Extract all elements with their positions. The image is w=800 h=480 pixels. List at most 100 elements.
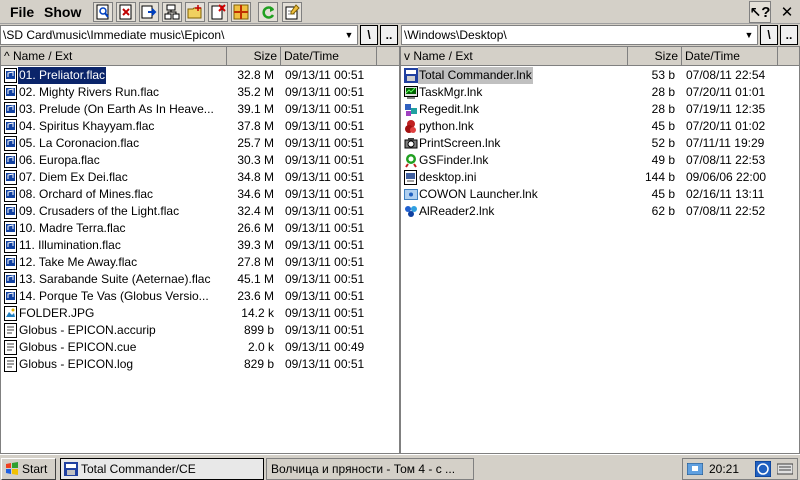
task-book-reader[interactable]: Волчица и пряности - Том 4 - с ... (266, 458, 474, 480)
list-item[interactable]: python.lnk 45 b 07/20/11 01:02 (401, 118, 799, 135)
list-item[interactable]: 01. Preliator.flac 32.8 M 09/13/11 00:51 (1, 66, 399, 85)
input-method-icon[interactable] (755, 461, 771, 477)
file-name: TaskMgr.lnk (419, 85, 483, 99)
list-item[interactable]: 04. Spiritus Khayyam.flac 37.8 M 09/13/11 … (1, 118, 399, 135)
regedit-icon (405, 104, 417, 116)
list-item[interactable]: 11. Illumination.flac 39.3 M 09/13/11 00:5… (1, 237, 399, 254)
flac-file-icon (4, 119, 17, 134)
file-date: 09/13/11 00:51 (285, 255, 365, 269)
file-date: 09/13/11 00:51 (285, 289, 365, 303)
left-file-list: 01. Preliator.flac 32.8 M 09/13/11 00:51 02… (1, 66, 399, 373)
view-icon[interactable] (93, 2, 113, 22)
list-item[interactable]: 13. Sarabande Suite (Aeternae).flac 45.1 … (1, 271, 399, 288)
menu-toolbar: File Show ↖? ✕ (0, 0, 800, 24)
file-name: 09. Crusaders of the Light.flac (19, 204, 180, 218)
column-name-ext[interactable]: v Name / Ext (401, 47, 628, 66)
refresh-icon[interactable] (258, 2, 278, 22)
generic-file-icon (4, 340, 17, 355)
file-size: 32.8 M (237, 68, 274, 82)
right-path-field[interactable]: \Windows\Desktop\ (401, 25, 758, 45)
properties-icon[interactable] (282, 2, 302, 22)
list-item[interactable]: 14. Porque Te Vas (Globus Versio... 23.6 … (1, 288, 399, 305)
list-item[interactable]: TaskMgr.lnk 28 b 07/20/11 01:01 (401, 84, 799, 101)
menu-show[interactable]: Show (42, 3, 83, 21)
left-up-button[interactable]: .. (380, 25, 398, 45)
list-item[interactable]: 09. Crusaders of the Light.flac 32.4 M 09/… (1, 203, 399, 220)
list-item[interactable]: 05. La Coronacion.flac 25.7 M 09/13/11 00:… (1, 135, 399, 152)
left-root-button[interactable]: \ (360, 25, 378, 45)
flac-file-icon (4, 170, 17, 185)
tree-icon[interactable] (162, 2, 182, 22)
task-total-commander[interactable]: Total Commander/CE (60, 458, 264, 480)
chevron-down-icon[interactable]: ▼ (342, 27, 356, 43)
file-size: 144 b (644, 170, 675, 184)
windows-logo-icon (6, 462, 18, 475)
file-name: 11. Illumination.flac (19, 238, 121, 252)
close-button[interactable]: ✕ (776, 1, 798, 23)
file-date: 09/13/11 00:51 (285, 221, 365, 235)
left-column-header: ^ Name / Ext Size Date/Time (1, 47, 399, 66)
file-name: 07. Diem Ex Dei.flac (19, 170, 128, 184)
file-date: 07/08/11 22:54 (686, 68, 766, 82)
list-item[interactable]: 10. Madre Terra.flac 26.6 M 09/13/11 00:51 (1, 220, 399, 237)
list-item[interactable]: FOLDER.JPG 14.2 k 09/13/11 00:51 (1, 305, 399, 322)
start-button[interactable]: Start (1, 458, 56, 480)
right-root-button[interactable]: \ (760, 25, 778, 45)
column-name-ext[interactable]: ^ Name / Ext (1, 47, 227, 66)
file-name: 02. Mighty Rivers Run.flac (19, 85, 160, 99)
file-name: COWON Launcher.lnk (419, 187, 538, 201)
menu-file[interactable]: File (8, 3, 36, 21)
delete-icon[interactable] (208, 2, 228, 22)
alreader-icon (405, 206, 417, 217)
list-item[interactable]: 08. Orchard of Mines.flac 34.6 M 09/13/11 … (1, 186, 399, 203)
column-size[interactable]: Size (227, 47, 281, 66)
list-item[interactable]: Globus - EPICON.accurip 899 b 09/13/11 00:… (1, 322, 399, 339)
generic-file-icon (4, 323, 17, 338)
column-date-time[interactable]: Date/Time (682, 47, 778, 66)
file-name: 05. La Coronacion.flac (19, 136, 140, 150)
list-item[interactable]: 07. Diem Ex Dei.flac 34.8 M 09/13/11 00:51 (1, 169, 399, 186)
list-item[interactable]: GSFinder.lnk 49 b 07/08/11 22:53 (401, 152, 799, 169)
pack-icon[interactable] (231, 2, 251, 22)
column-size[interactable]: Size (628, 47, 682, 66)
file-name: FOLDER.JPG (19, 306, 95, 320)
start-label: Start (22, 462, 48, 476)
list-item[interactable]: PrintScreen.lnk 52 b 07/11/11 19:29 (401, 135, 799, 152)
list-item[interactable]: Globus - EPICON.log 829 b 09/13/11 00:51 (1, 356, 399, 373)
flac-file-icon (4, 68, 17, 83)
right-file-panel[interactable]: v Name / Ext Size Date/Time Total Comman… (400, 46, 800, 454)
column-date-time[interactable]: Date/Time (281, 47, 377, 66)
right-up-button[interactable]: .. (780, 25, 798, 45)
list-item[interactable]: AlReader2.lnk 62 b 07/08/11 22:52 (401, 203, 799, 220)
file-date: 09/13/11 00:49 (285, 340, 365, 354)
left-path-field[interactable]: \SD Card\music\Immediate music\Epicon\ (0, 25, 358, 45)
list-item[interactable]: 06. Europa.flac 30.3 M 09/13/11 00:51 (1, 152, 399, 169)
file-date: 07/19/11 12:35 (686, 102, 766, 116)
flac-file-icon (4, 136, 17, 151)
left-file-panel[interactable]: ^ Name / Ext Size Date/Time 01. Preliato… (0, 46, 400, 454)
list-item[interactable]: Globus - EPICON.cue 2.0 k 09/13/11 00:49 (1, 339, 399, 356)
network-icon[interactable] (687, 463, 703, 475)
list-item[interactable]: Regedit.lnk 28 b 07/19/11 12:35 (401, 101, 799, 118)
list-item[interactable]: COWON Launcher.lnk 45 b 02/16/11 13:11 (401, 186, 799, 203)
file-name: 13. Sarabande Suite (Aeternae).flac (19, 272, 211, 286)
file-date: 09/13/11 00:51 (285, 272, 365, 286)
list-item[interactable]: desktop.ini 144 b 09/06/06 22:00 (401, 169, 799, 186)
python-icon (405, 120, 416, 133)
list-item[interactable]: 02. Mighty Rivers Run.flac 35.2 M 09/13/11… (1, 84, 399, 101)
find-icon[interactable] (116, 2, 136, 22)
help-button[interactable]: ↖? (749, 1, 771, 23)
list-item[interactable]: Total Commander.lnk 53 b 07/08/11 22:54 (401, 67, 799, 84)
file-date: 09/13/11 00:51 (285, 68, 365, 82)
flac-file-icon (4, 102, 17, 117)
copy-icon[interactable] (139, 2, 159, 22)
file-size: 39.1 M (237, 102, 274, 116)
file-size: 45.1 M (237, 272, 274, 286)
file-date: 09/13/11 00:51 (285, 102, 365, 116)
total-commander-icon (404, 68, 418, 83)
list-item[interactable]: 12. Take Me Away.flac 27.8 M 09/13/11 00:5… (1, 254, 399, 271)
newfolder-icon[interactable] (185, 2, 205, 22)
keyboard-icon[interactable] (777, 461, 793, 477)
list-item[interactable]: 03. Prelude (On Earth As In Heave... 39.1… (1, 101, 399, 118)
chevron-down-icon[interactable]: ▼ (742, 27, 756, 43)
